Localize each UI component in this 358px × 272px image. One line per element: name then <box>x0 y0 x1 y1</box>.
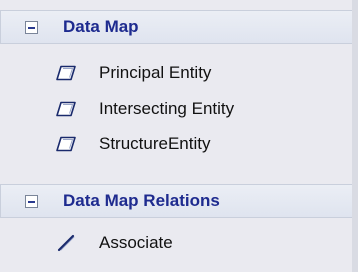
group-title: Data Map Relations <box>63 191 220 210</box>
toolbox-item-label: StructureEntity <box>99 134 211 153</box>
toolbox-item-label: Associate <box>99 233 173 252</box>
collapse-icon[interactable] <box>25 21 38 34</box>
associate-line-icon <box>57 234 75 252</box>
group-header-data-map[interactable]: Data Map <box>0 10 352 44</box>
collapse-icon[interactable] <box>25 195 38 208</box>
group-title: Data Map <box>63 17 139 36</box>
toolbox-panel: Data Map Principal Entity Intersecting E… <box>0 0 358 272</box>
toolbox-item-label: Principal Entity <box>99 63 212 82</box>
entity-icon <box>56 65 76 81</box>
toolbox-item-intersecting-entity[interactable]: Intersecting Entity <box>0 92 352 126</box>
toolbox-item-principal-entity[interactable]: Principal Entity <box>0 56 352 90</box>
entity-icon <box>56 136 76 152</box>
toolbox-item-label: Intersecting Entity <box>99 99 235 118</box>
toolbox-item-associate[interactable]: Associate <box>0 226 352 260</box>
toolbox-item-structure-entity[interactable]: StructureEntity <box>0 127 352 161</box>
group-header-data-map-relations[interactable]: Data Map Relations <box>0 184 352 218</box>
entity-icon <box>56 101 76 117</box>
panel-border <box>352 0 358 272</box>
